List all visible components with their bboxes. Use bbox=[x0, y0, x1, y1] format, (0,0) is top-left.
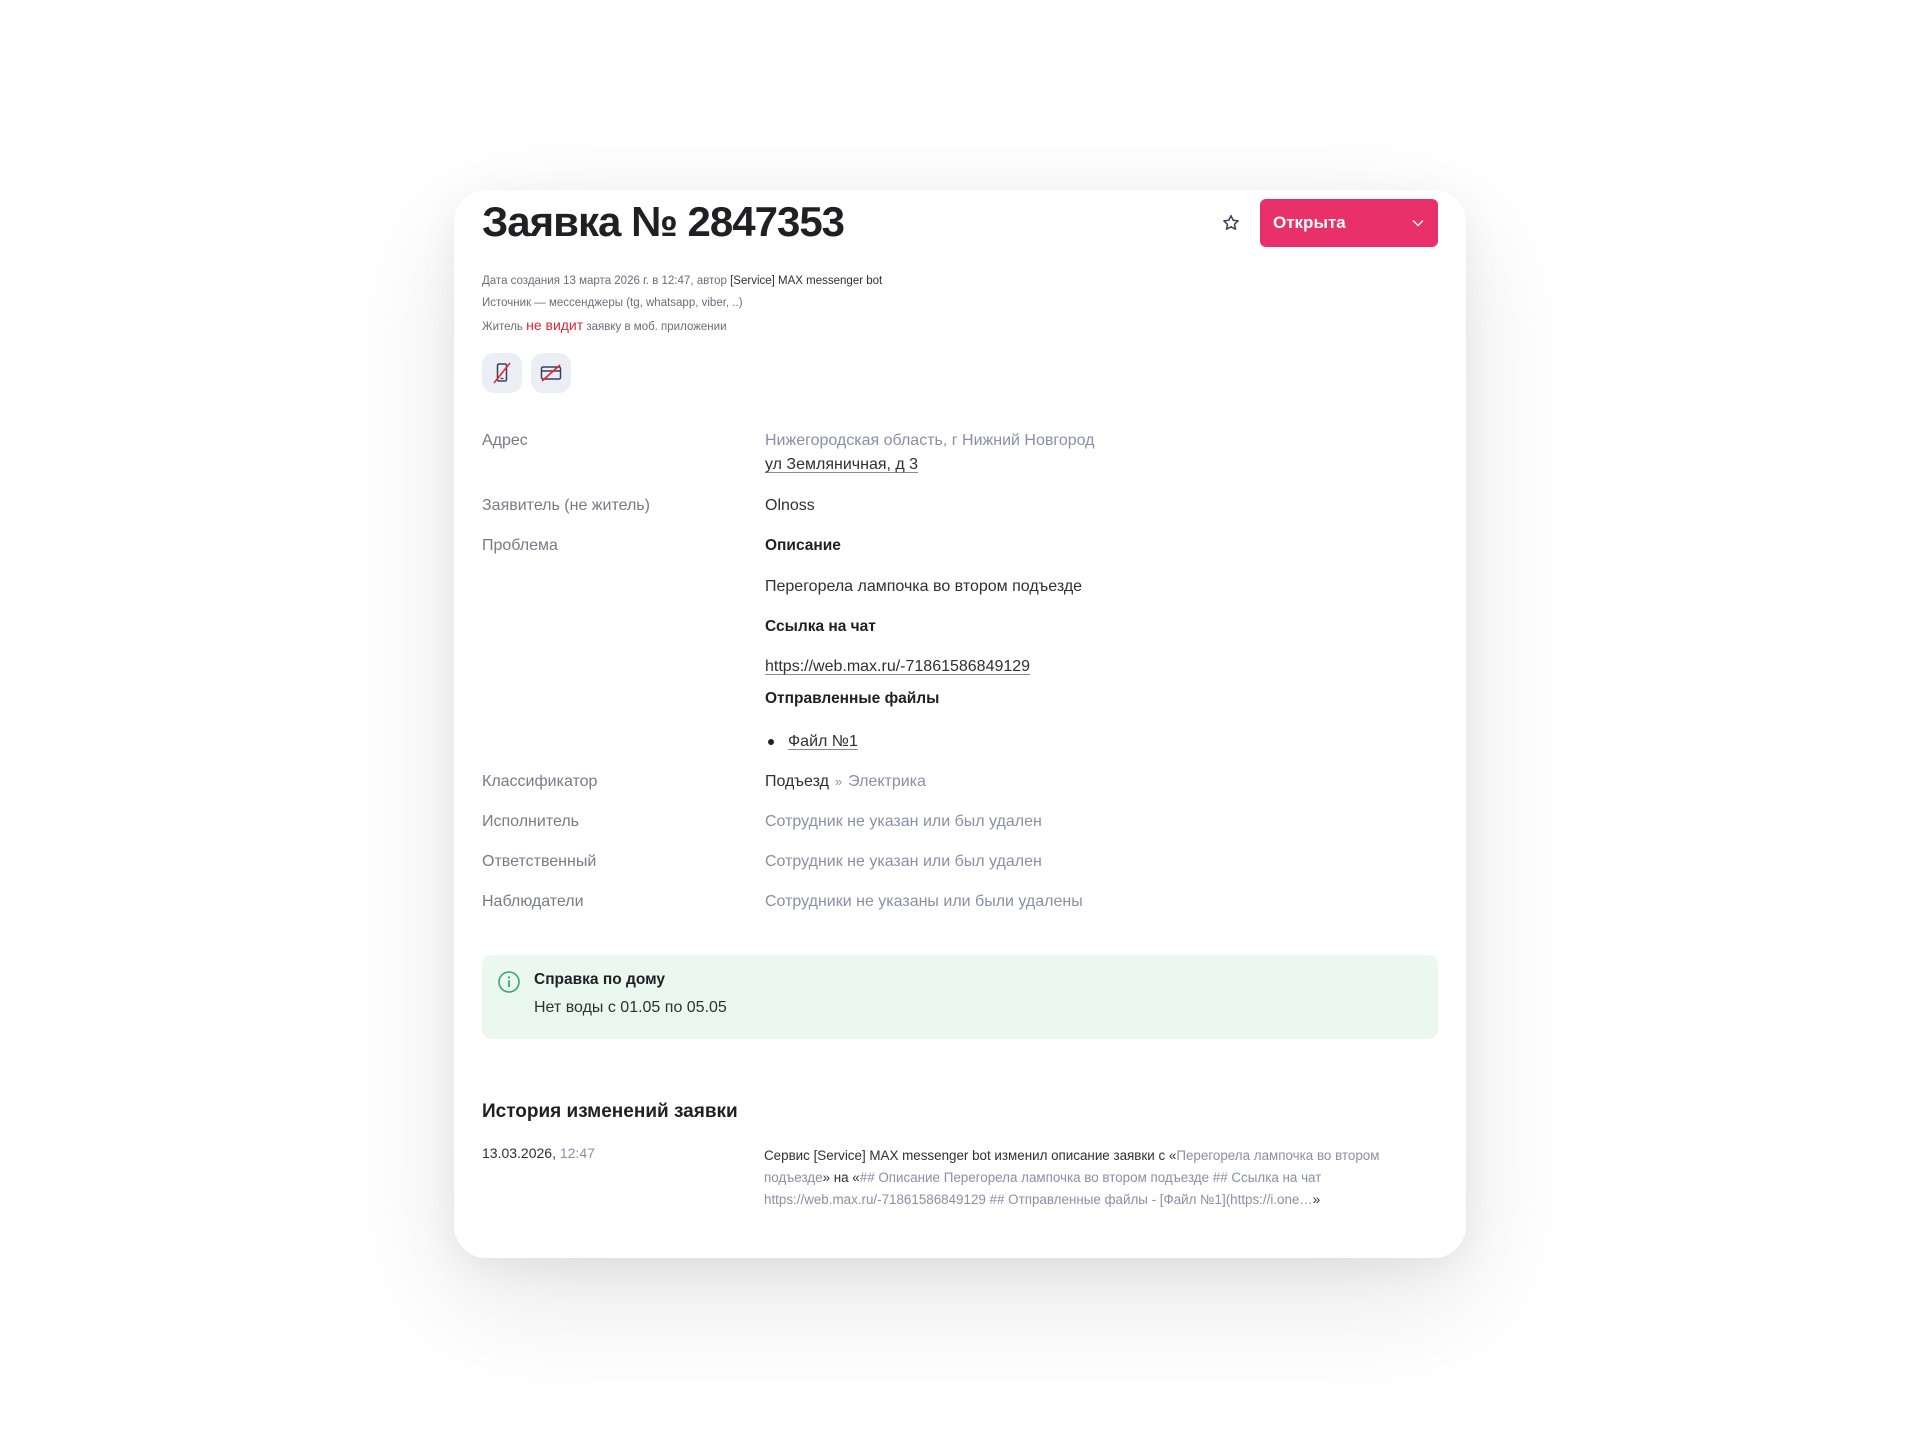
observers-label: Наблюдатели bbox=[482, 893, 584, 910]
address-link[interactable]: ул Земляничная, д 3 bbox=[765, 456, 918, 473]
problem-description: Перегорела лампочка во втором подъезде bbox=[765, 578, 1083, 595]
no-card-button[interactable] bbox=[531, 353, 571, 393]
no-mobile-button[interactable] bbox=[482, 353, 522, 393]
info-icon bbox=[498, 971, 520, 993]
bullet bbox=[768, 738, 774, 745]
chat-heading: Ссылка на чат bbox=[765, 618, 876, 635]
house-info-title: Справка по дому bbox=[534, 971, 665, 988]
classifier-separator: » bbox=[834, 774, 843, 789]
house-info-text: Нет воды с 01.05 по 05.05 bbox=[534, 999, 727, 1016]
status-select[interactable]: Открыта bbox=[1260, 199, 1438, 247]
responsible-label: Ответственный bbox=[482, 853, 597, 870]
classifier-main: Подъезд bbox=[765, 773, 829, 790]
problem-label: Проблема bbox=[482, 537, 558, 554]
classifier-label: Классификатор bbox=[482, 773, 598, 790]
star-icon bbox=[1223, 214, 1239, 230]
classifier-sub: Электрика bbox=[848, 773, 926, 790]
house-info-banner: Справка по дому Нет воды с 01.05 по 05.0… bbox=[482, 955, 1438, 1039]
file-list-item: Файл №1 bbox=[765, 733, 858, 751]
no-card-icon bbox=[540, 364, 562, 382]
address-label: Адрес bbox=[482, 432, 528, 449]
chat-link[interactable]: https://web.max.ru/-71861586849129 bbox=[765, 658, 1030, 675]
executor-value: Сотрудник не указан или был удален bbox=[765, 813, 1042, 830]
applicant-label: Заявитель (не житель) bbox=[482, 497, 650, 514]
no-mobile-icon bbox=[493, 362, 511, 384]
visibility-info: Житель не видит заявку в моб. приложении bbox=[482, 317, 727, 333]
favorite-button[interactable] bbox=[1216, 208, 1246, 238]
observers-value: Сотрудники не указаны или были удалены bbox=[765, 893, 1083, 910]
ticket-meta: Дата создания 13 марта 2026 г. в 12:47, … bbox=[482, 270, 882, 338]
creation-info: Дата создания 13 марта 2026 г. в 12:47, … bbox=[482, 275, 883, 287]
history-entry-date: 13.03.2026, 12:47 bbox=[482, 1145, 595, 1161]
address-line1: Нижегородская область, г Нижний Новгород bbox=[765, 432, 1095, 449]
ticket-card: Заявка № 2847353 Открыта Дата создания 1… bbox=[454, 190, 1466, 1258]
page-title: Заявка № 2847353 bbox=[482, 198, 845, 245]
history-entry-text: Сервис [Service] MAX messenger bot измен… bbox=[764, 1148, 1380, 1207]
description-heading: Описание bbox=[765, 537, 841, 554]
chevron-down-icon bbox=[1412, 220, 1424, 227]
executor-label: Исполнитель bbox=[482, 813, 580, 830]
status-label: Открыта bbox=[1273, 213, 1346, 232]
visibility-flag: не видит bbox=[526, 317, 584, 333]
source-info: Источник — мессенджеры (tg, whatsapp, vi… bbox=[482, 297, 743, 309]
files-heading: Отправленные файлы bbox=[765, 690, 940, 707]
history-title: История изменений заявки bbox=[482, 1101, 738, 1122]
classifier-value: Подъезд » Электрика bbox=[765, 773, 926, 791]
author-name: [Service] MAX messenger bot bbox=[730, 275, 883, 287]
history-entry-time: 12:47 bbox=[559, 1145, 595, 1161]
file-link[interactable]: Файл №1 bbox=[788, 733, 858, 750]
responsible-value: Сотрудник не указан или был удален bbox=[765, 853, 1042, 870]
applicant-value: Olnoss bbox=[765, 497, 815, 514]
